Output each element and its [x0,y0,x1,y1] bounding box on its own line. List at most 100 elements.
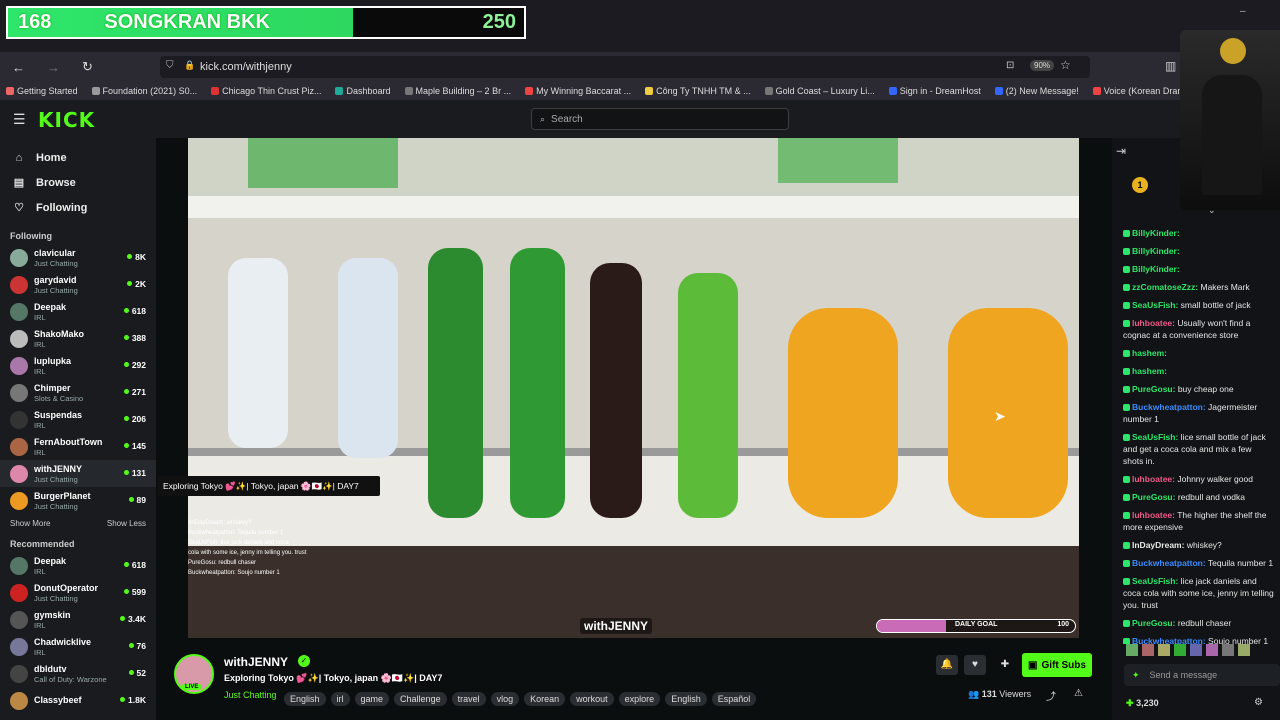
bookmark-item[interactable]: Gold Coast – Luxury Li... [764,86,875,96]
minimize-icon[interactable]: – [1240,6,1246,17]
address-bar[interactable]: ⛉ 🔒 kick.com/withjenny ⊡ 90% ☆ [160,56,1090,78]
nav-item-browse[interactable]: ▤ Browse [0,170,156,195]
page-action-icon[interactable]: ⊡ [1006,60,1014,71]
sidebar-channel[interactable]: FernAboutTown IRL 145 [0,433,156,460]
clip-icon[interactable]: ✚ [994,655,1016,675]
mouse-cursor-icon: ➤ [994,408,1006,424]
bookmark-item[interactable]: Getting Started [6,86,78,96]
stream-tag[interactable]: irl [330,692,350,706]
stream-tag[interactable]: game [354,692,390,706]
emote-icon[interactable] [1126,644,1138,656]
emote-icon[interactable] [1158,644,1170,656]
share-icon[interactable]: ⤴ [1046,688,1056,703]
stream-tag[interactable]: Challenge [394,692,447,706]
sidebar-channel[interactable]: Deepak IRL 618 [0,298,156,325]
emote-icon[interactable] [1206,644,1218,656]
video-player[interactable]: IInDayDream: whiskey? Buckwheatpatton: Te… [188,138,1079,638]
bookmark-item[interactable]: (2) New Message! [994,86,1079,96]
sidebar-channel[interactable]: Deepak IRL 618 [0,552,156,579]
follow-heart-icon[interactable]: ♥ [964,655,986,675]
chat-username[interactable]: SeaUsFish: [1132,300,1178,310]
forward-icon[interactable]: → [47,60,60,75]
chat-settings-icon[interactable]: ⚙ [1254,697,1263,708]
chat-text: Johnny walker good [1177,474,1253,484]
sidebar-channel[interactable]: gymskin IRL 3.4K [0,606,156,633]
chat-username[interactable]: Buckwheatpatton: [1132,402,1206,412]
stream-tag[interactable]: explore [618,692,661,706]
emote-icon[interactable] [1142,644,1154,656]
chat-username[interactable]: PureGosu: [1132,492,1175,502]
chat-username[interactable]: PureGosu: [1132,618,1175,628]
reload-icon[interactable]: ↻ [82,59,93,75]
chat-username[interactable]: hashem: [1132,348,1167,358]
sidebar-channel[interactable]: ShakoMako IRL 388 [0,325,156,352]
channel-points[interactable]: ✚ 3,230 [1126,698,1159,709]
stream-tag[interactable]: English [665,692,707,706]
chat-username[interactable]: BillyKinder: [1132,246,1180,256]
bookmark-item[interactable]: My Winning Baccarat ... [525,86,631,96]
emote-icon[interactable] [1222,644,1234,656]
sidebar-channel[interactable]: Chimper Slots & Casino 271 [0,379,156,406]
bookmark-favicon-icon [645,87,654,95]
sidebar-channel[interactable]: BurgerPlanet Just Chatting 89 [0,487,156,514]
gift-subs-button[interactable]: ▣ Gift Subs [1022,653,1092,677]
bookmark-item[interactable]: Chicago Thin Crust Piz... [211,86,321,96]
chat-username[interactable]: Buckwheatpatton: [1132,558,1206,568]
nav-item-home[interactable]: ⌂ Home [0,145,156,170]
bookmark-item[interactable]: Sign in - DreamHost [888,86,981,96]
sidebar-channel[interactable]: dbldutv Call of Duty: Warzone 52 [0,660,156,687]
kick-logo[interactable]: KICK [38,108,95,132]
stream-tag[interactable]: English [284,692,326,706]
sidebar-channel[interactable]: Suspendas IRL 206 [0,406,156,433]
sidebar-channel[interactable]: garydavid Just Chatting 2K [0,271,156,298]
nav-item-following[interactable]: ♡ Following [0,195,156,220]
chat-username[interactable]: BillyKinder: [1132,264,1180,274]
chat-username[interactable]: zzComatoseZzz: [1132,282,1198,292]
stream-tag[interactable]: workout [570,692,614,706]
bookmark-item[interactable]: Công Ty TNHH TM & ... [645,86,751,96]
menu-icon[interactable]: ☰ [13,111,26,128]
sidebar-channel[interactable]: withJENNY Just Chatting 131 [0,460,156,487]
chat-username[interactable]: hashem: [1132,366,1167,376]
bookmark-item[interactable]: Maple Building – 2 Br ... [404,86,511,96]
sidebar-channel[interactable]: DonutOperator Just Chatting 599 [0,579,156,606]
show-more-button[interactable]: Show More [10,519,50,528]
chat-input[interactable]: ✦ Send a message [1124,664,1280,686]
chat-username[interactable]: SeaUsFish: [1132,432,1178,442]
streamer-name[interactable]: withJENNY [224,655,288,669]
show-less-button[interactable]: Show Less [107,519,146,528]
collapse-chat-icon[interactable]: ⇥ [1116,144,1126,158]
sidebar-channel[interactable]: clavicular Just Chatting 8K [0,244,156,271]
search-input[interactable]: ⌕ Search [531,108,789,130]
stream-category[interactable]: Just Chatting [224,690,277,700]
chat-message: BillyKinder: [1112,260,1280,278]
bookmark-item[interactable]: Foundation (2021) S0... [91,86,197,96]
stream-tag[interactable]: vlog [490,692,520,706]
bookmark-item[interactable]: Dashboard [335,86,391,96]
star-icon[interactable]: ☆ [1060,58,1071,72]
stream-tag[interactable]: travel [451,692,486,706]
back-icon[interactable]: ← [12,60,25,75]
chat-username[interactable]: luhboatee: [1132,510,1175,520]
emote-icon[interactable] [1174,644,1186,656]
sidebar-toggle-icon[interactable]: ▥ [1165,59,1176,73]
report-icon[interactable]: ⚠ [1074,688,1083,699]
chat-username[interactable]: SeaUsFish: [1132,576,1178,586]
stream-tag[interactable]: Korean [524,692,566,706]
chat-username[interactable]: Buckwheatpatton: [1132,636,1206,644]
sidebar-channel[interactable]: luplupka IRL 292 [0,352,156,379]
chat-username[interactable]: luhboatee: [1132,474,1175,484]
bell-icon[interactable]: 🔔 [936,655,958,675]
chat-emoji-icon[interactable]: ✦ [1132,670,1140,681]
chat-username[interactable]: BillyKinder: [1132,228,1180,238]
emote-icon[interactable] [1238,644,1250,656]
nav-item-label: Following [36,201,88,214]
sidebar-channel[interactable]: Classybeef 1.8K [0,687,156,714]
chat-username[interactable]: PureGosu: [1132,384,1175,394]
sidebar-channel[interactable]: Chadwicklive IRL 76 [0,633,156,660]
stream-tag[interactable]: Español [711,692,757,706]
emote-icon[interactable] [1190,644,1202,656]
zoom-badge[interactable]: 90% [1030,60,1055,71]
chat-username[interactable]: luhboatee: [1132,318,1175,328]
chat-username[interactable]: InDayDream: [1132,540,1184,550]
